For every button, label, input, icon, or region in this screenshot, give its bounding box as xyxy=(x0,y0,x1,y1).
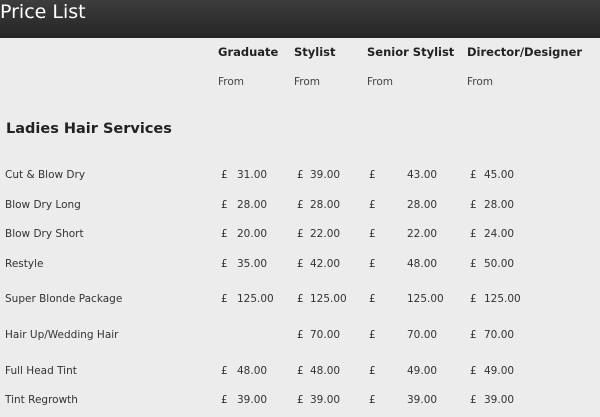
table-row: Super Blonde Package £125.00 £125.00 £125.0… xyxy=(0,293,600,309)
section-title: Ladies Hair Services xyxy=(6,121,172,137)
price-value: 28.00 xyxy=(484,199,515,211)
column-header-director-designer: Director/Designer xyxy=(467,45,583,59)
currency-symbol: £ xyxy=(221,258,228,270)
column-header-senior-stylist: Senior Stylist xyxy=(367,45,455,59)
table-row: Blow Dry Long £28.00 £28.00 £28.00 £28.00 xyxy=(0,199,600,215)
table-row: Restyle £35.00 £42.00 £48.00 £50.00 xyxy=(0,258,600,274)
table-row: Cut & Blow Dry £31.00 £39.00 £43.00 £45.00 xyxy=(0,169,600,185)
price-value: 39.00 xyxy=(237,394,268,406)
table-row: Hair Up/Wedding Hair £70.00 £70.00 £70.00 xyxy=(0,329,600,345)
price-value: 39.00 xyxy=(407,394,438,406)
price-value: 39.00 xyxy=(310,169,341,181)
currency-symbol: £ xyxy=(369,228,376,240)
currency-symbol: £ xyxy=(470,293,477,305)
price-value: 125.00 xyxy=(237,293,274,305)
currency-symbol: £ xyxy=(221,228,228,240)
price-value: 24.00 xyxy=(484,228,515,240)
column-from-director-designer: From xyxy=(467,76,494,88)
page-header: Price List xyxy=(0,0,600,38)
page-title: Price List xyxy=(0,1,86,23)
currency-symbol: £ xyxy=(297,329,304,341)
currency-symbol: £ xyxy=(369,394,376,406)
price-value: 49.00 xyxy=(407,365,438,377)
price-value: 70.00 xyxy=(407,329,438,341)
currency-symbol: £ xyxy=(221,365,228,377)
price-value: 70.00 xyxy=(484,329,515,341)
price-value: 35.00 xyxy=(237,258,268,270)
currency-symbol: £ xyxy=(221,199,228,211)
service-name: Blow Dry Short xyxy=(5,228,84,240)
currency-symbol: £ xyxy=(369,293,376,305)
service-name: Cut & Blow Dry xyxy=(5,169,86,181)
column-from-stylist: From xyxy=(294,76,321,88)
currency-symbol: £ xyxy=(369,169,376,181)
currency-symbol: £ xyxy=(470,394,477,406)
price-value: 20.00 xyxy=(237,228,268,240)
table-row: Blow Dry Short £20.00 £22.00 £22.00 £24.00 xyxy=(0,228,600,244)
price-value: 48.00 xyxy=(310,365,341,377)
currency-symbol: £ xyxy=(470,228,477,240)
price-value: 125.00 xyxy=(484,293,521,305)
currency-symbol: £ xyxy=(369,258,376,270)
price-value: 28.00 xyxy=(237,199,268,211)
service-name: Restyle xyxy=(5,258,44,270)
currency-symbol: £ xyxy=(369,329,376,341)
price-value: 22.00 xyxy=(310,228,341,240)
column-from-senior-stylist: From xyxy=(367,76,394,88)
currency-symbol: £ xyxy=(297,169,304,181)
service-name: Super Blonde Package xyxy=(5,293,123,305)
service-name: Full Head Tint xyxy=(5,365,77,377)
currency-symbol: £ xyxy=(297,199,304,211)
currency-symbol: £ xyxy=(369,199,376,211)
price-value: 28.00 xyxy=(407,199,438,211)
price-value: 22.00 xyxy=(407,228,438,240)
table-row: Full Head Tint £48.00 £48.00 £49.00 £49.00 xyxy=(0,365,600,381)
price-value: 125.00 xyxy=(407,293,444,305)
currency-symbol: £ xyxy=(221,169,228,181)
service-name: Blow Dry Long xyxy=(5,199,81,211)
currency-symbol: £ xyxy=(297,258,304,270)
price-value: 125.00 xyxy=(310,293,347,305)
currency-symbol: £ xyxy=(470,169,477,181)
currency-symbol: £ xyxy=(221,394,228,406)
column-header-stylist: Stylist xyxy=(294,45,336,59)
currency-symbol: £ xyxy=(221,293,228,305)
price-value: 42.00 xyxy=(310,258,341,270)
price-value: 39.00 xyxy=(310,394,341,406)
price-value: 48.00 xyxy=(407,258,438,270)
price-value: 39.00 xyxy=(484,394,515,406)
price-value: 48.00 xyxy=(237,365,268,377)
currency-symbol: £ xyxy=(470,258,477,270)
price-value: 45.00 xyxy=(484,169,515,181)
price-value: 28.00 xyxy=(310,199,341,211)
currency-symbol: £ xyxy=(297,394,304,406)
price-value: 70.00 xyxy=(310,329,341,341)
price-value: 31.00 xyxy=(237,169,268,181)
currency-symbol: £ xyxy=(470,329,477,341)
service-name: Hair Up/Wedding Hair xyxy=(5,329,119,341)
price-value: 50.00 xyxy=(484,258,515,270)
service-name: Tint Regrowth xyxy=(5,394,78,406)
table-row: Tint Regrowth £39.00 £39.00 £39.00 £39.00 xyxy=(0,394,600,410)
currency-symbol: £ xyxy=(470,365,477,377)
column-from-graduate: From xyxy=(218,76,245,88)
currency-symbol: £ xyxy=(297,365,304,377)
currency-symbol: £ xyxy=(297,293,304,305)
currency-symbol: £ xyxy=(470,199,477,211)
price-value: 43.00 xyxy=(407,169,438,181)
price-value: 49.00 xyxy=(484,365,515,377)
currency-symbol: £ xyxy=(369,365,376,377)
column-header-graduate: Graduate xyxy=(218,45,279,59)
currency-symbol: £ xyxy=(297,228,304,240)
